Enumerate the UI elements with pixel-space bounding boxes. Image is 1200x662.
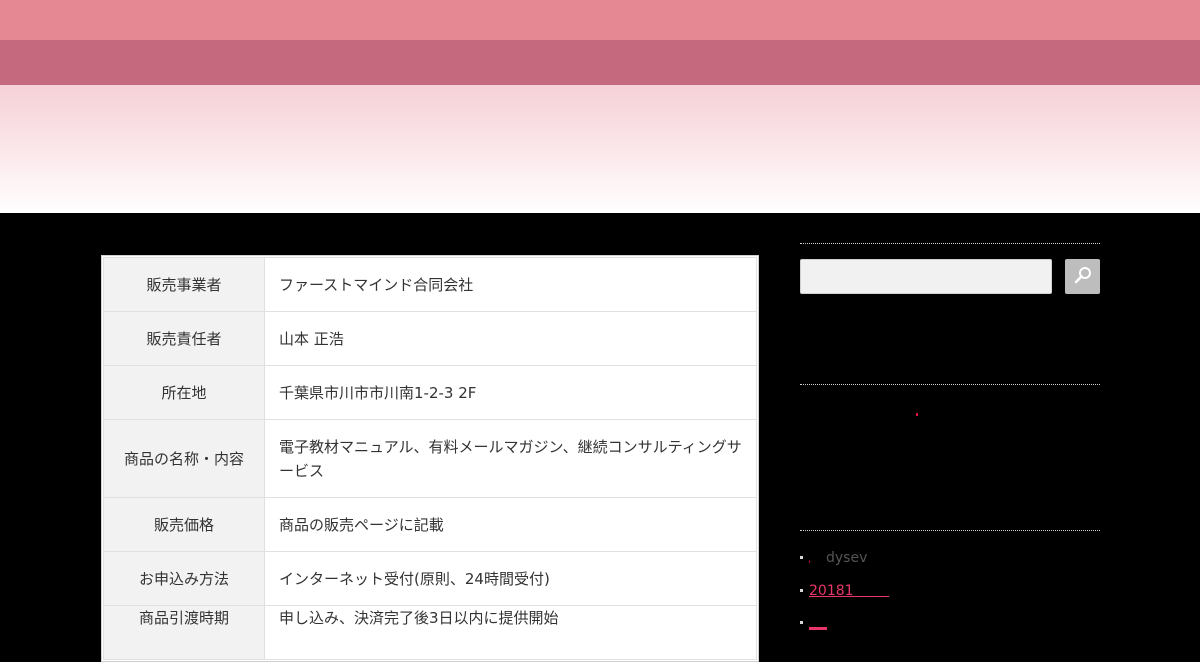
row-label: 販売事業者 — [103, 257, 265, 312]
sidebar-divider — [800, 530, 1100, 531]
row-label: お申込み方法 — [103, 551, 265, 606]
sidebar-divider — [800, 384, 1100, 385]
row-value: 申し込み、決済完了後3日以内に提供開始 — [264, 605, 757, 660]
header-top-band — [0, 0, 1200, 40]
table-row: 販売価格 商品の販売ページに記載 — [103, 497, 757, 552]
bullet-icon — [800, 621, 803, 624]
table-row: お申込み方法 インターネット受付(原則、24時間受付) — [103, 551, 757, 606]
commerce-info-table: 販売事業者 ファーストマインド合同会社 販売責任者 山本 正浩 所在地 千葉県市… — [101, 255, 759, 662]
header-nav-band — [0, 40, 1200, 85]
row-value: 千葉県市川市市川南1-2-3 2F — [264, 365, 757, 420]
row-label: 所在地 — [103, 365, 265, 420]
row-label: 商品引渡時期 — [103, 605, 265, 660]
row-label: 販売責任者 — [103, 311, 265, 366]
archive-link[interactable]: 20181 — [809, 582, 889, 600]
search-icon — [1073, 265, 1093, 289]
row-value: インターネット受付(原則、24時間受付) — [264, 551, 757, 606]
search-input[interactable] — [800, 259, 1052, 294]
header-banner — [0, 85, 1200, 213]
sidebar-marker — [916, 413, 918, 416]
table-row: 商品の名称・内容 電子教材マニュアル、有料メールマガジン、継続コンサルティングサ… — [103, 419, 757, 498]
row-label: 商品の名称・内容 — [103, 419, 265, 498]
row-label: 販売価格 — [103, 497, 265, 552]
sidebar-divider — [800, 243, 1100, 244]
red-comma-icon: , — [808, 554, 812, 565]
row-value: 電子教材マニュアル、有料メールマガジン、継続コンサルティングサービス — [264, 419, 757, 498]
table-row: 販売事業者 ファーストマインド合同会社 — [103, 257, 757, 312]
bullet-icon — [800, 556, 803, 559]
list-item-label[interactable]: dysev — [826, 549, 867, 567]
row-value: 商品の販売ページに記載 — [264, 497, 757, 552]
row-value: ファーストマインド合同会社 — [264, 257, 757, 312]
table-row: 商品引渡時期 申し込み、決済完了後3日以内に提供開始 — [103, 605, 757, 660]
row-value: 山本 正浩 — [264, 311, 757, 366]
table-row: 販売責任者 山本 正浩 — [103, 311, 757, 366]
bullet-icon — [800, 589, 803, 592]
table-row: 所在地 千葉県市川市市川南1-2-3 2F — [103, 365, 757, 420]
search-button[interactable] — [1065, 259, 1100, 294]
info-table: 販売事業者 ファーストマインド合同会社 販売責任者 山本 正浩 所在地 千葉県市… — [103, 257, 757, 660]
